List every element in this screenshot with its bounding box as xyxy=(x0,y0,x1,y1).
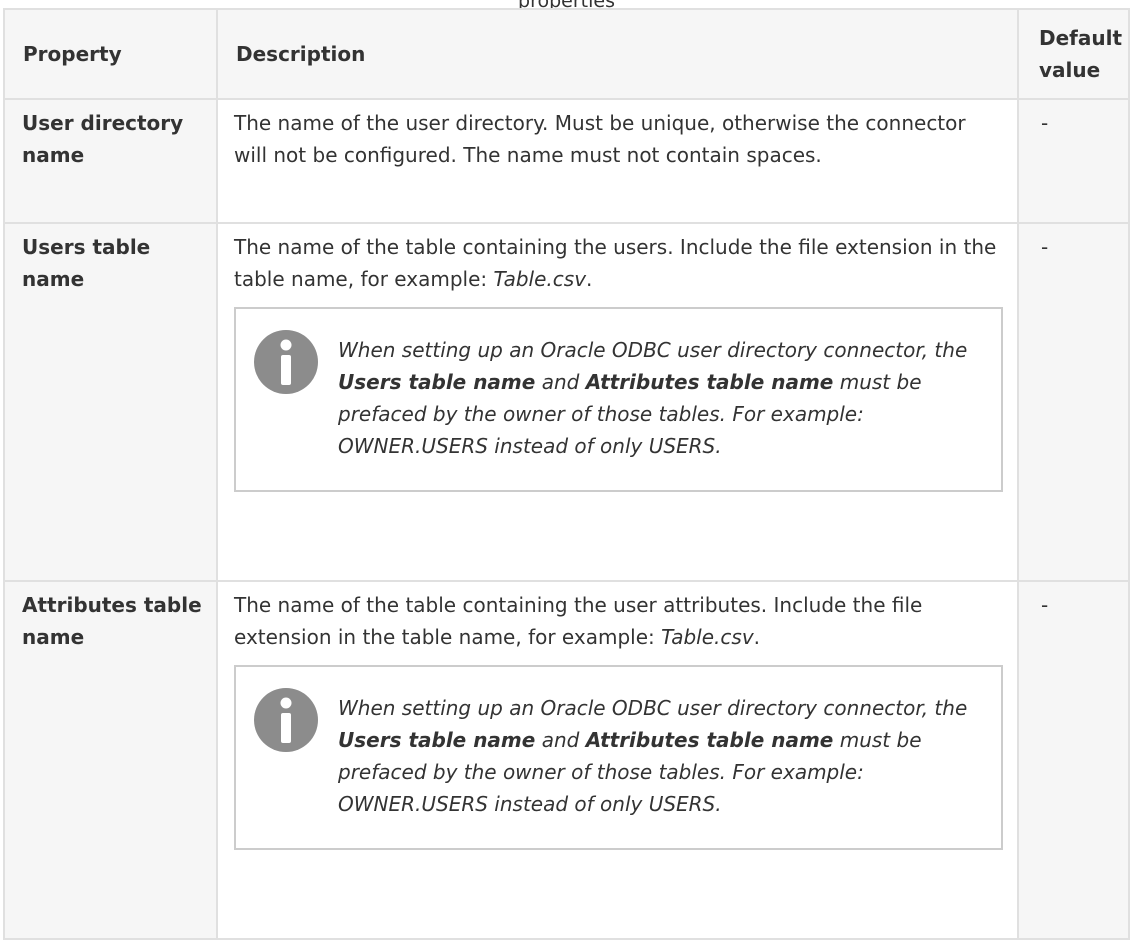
info-icon xyxy=(254,330,318,394)
table-row: Users table name The name of the table c… xyxy=(3,222,1130,582)
note-box: When setting up an Oracle ODBC user dire… xyxy=(234,307,1003,492)
description-text: The name of the table containing the use… xyxy=(234,235,997,291)
default-value: - xyxy=(1017,98,1130,224)
property-name: Users table name xyxy=(3,222,218,582)
table-row: Attributes table name The name of the ta… xyxy=(3,580,1130,940)
property-description: The name of the user directory. Must be … xyxy=(216,98,1019,224)
example-filename: Table.csv xyxy=(493,267,587,291)
property-name: Attributes table name xyxy=(3,580,218,940)
note-text: When setting up an Oracle ODBC user dire… xyxy=(338,696,968,816)
header-property: Property xyxy=(3,8,218,100)
property-name: User directory name xyxy=(3,98,218,224)
header-description: Description xyxy=(216,8,1019,100)
description-text: The name of the table containing the use… xyxy=(234,593,923,649)
note-box: When setting up an Oracle ODBC user dire… xyxy=(234,665,1003,850)
default-value: - xyxy=(1017,222,1130,582)
table-header-row: Property Description Default value xyxy=(3,8,1130,100)
property-description: The name of the table containing the use… xyxy=(216,222,1019,582)
info-icon xyxy=(254,688,318,752)
note-text: When setting up an Oracle ODBC user dire… xyxy=(338,338,968,458)
default-value: - xyxy=(1017,580,1130,940)
description-text: The name of the user directory. Must be … xyxy=(234,111,966,167)
example-filename: Table.csv xyxy=(661,625,754,649)
table-row: User directory name The name of the user… xyxy=(3,98,1130,224)
property-description: The name of the table containing the use… xyxy=(216,580,1019,940)
header-default-value: Default value xyxy=(1017,8,1130,100)
properties-table: Property Description Default value User … xyxy=(3,8,1130,940)
